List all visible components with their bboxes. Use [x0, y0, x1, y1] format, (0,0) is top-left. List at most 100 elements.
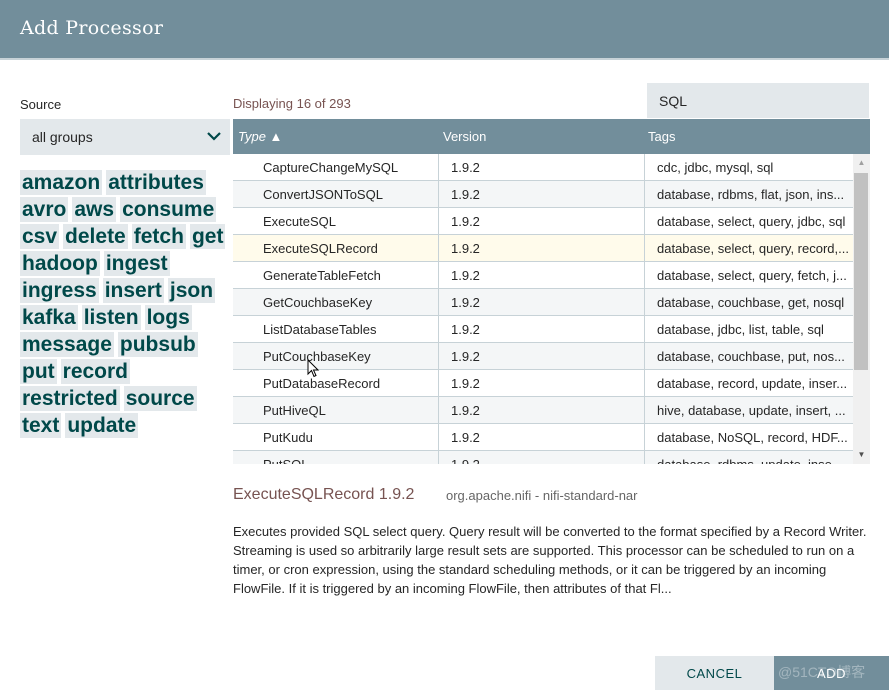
cell-type: ListDatabaseTables — [263, 322, 377, 337]
source-label: Source — [20, 97, 62, 112]
cell-type: PutSQL — [263, 457, 433, 464]
tag-cloud: amazon attributes avro aws consume csv delete f… — [20, 170, 232, 438]
cell-version: 1.9.2 — [451, 349, 480, 364]
tag-update[interactable]: update — [65, 413, 139, 438]
cell-type: ConvertJSONToSQL — [263, 187, 383, 202]
cell-version: 1.9.2 — [451, 241, 480, 256]
chevron-down-icon — [207, 132, 221, 141]
cell-type: PutCouchbaseKey — [263, 349, 371, 364]
cell-version: 1.9.2 — [451, 376, 480, 391]
add-button[interactable]: ADD — [774, 656, 889, 690]
table-row[interactable]: PutCouchbaseKey 1.9.2 database, couchbase,… — [233, 343, 853, 370]
cell-version: 1.9.2 — [451, 187, 480, 202]
tag-delete[interactable]: delete — [63, 224, 128, 249]
tag-fetch[interactable]: fetch — [131, 224, 186, 249]
column-header-tags[interactable]: Tags — [648, 129, 675, 144]
grid-body: CaptureChangeMySQL 1.9.2 cdc, jdbc, mysql,… — [233, 154, 853, 464]
table-row[interactable]: ExecuteSQL 1.9.2 database, select, query, … — [233, 208, 853, 235]
cell-tags: cdc, jdbc, mysql, sql — [657, 160, 774, 175]
tag-put[interactable]: put — [20, 359, 57, 384]
cell-tags: database, record, update, inser... — [657, 376, 848, 391]
table-row[interactable]: GetCouchbaseKey 1.9.2 database, couchbase,… — [233, 289, 853, 316]
filter-input[interactable] — [647, 83, 869, 118]
cell-tags: database, select, query, jdbc, sql — [657, 214, 846, 229]
cell-version: 1.9.2 — [451, 268, 480, 283]
table-row[interactable]: PutDatabaseRecord 1.9.2 database, record, … — [233, 370, 853, 397]
tag-hadoop[interactable]: hadoop — [20, 251, 100, 276]
table-row[interactable]: PutSQL 1.9.2 database, rdbms, update, inse… — [233, 451, 853, 464]
dialog-title: Add Processor — [20, 17, 164, 39]
processor-description-title: ExecuteSQLRecord 1.9.2 — [233, 486, 415, 503]
tag-text[interactable]: text — [20, 413, 62, 438]
tag-csv[interactable]: csv — [20, 224, 60, 249]
column-header-version[interactable]: Version — [443, 129, 486, 144]
tag-pubsub[interactable]: pubsub — [117, 332, 198, 357]
scrollbar-thumb[interactable] — [854, 173, 868, 370]
cell-type: PutDatabaseRecord — [263, 376, 381, 391]
column-header-type[interactable]: Type ▲ — [238, 129, 282, 144]
tag-listen[interactable]: listen — [81, 305, 141, 330]
source-group-select[interactable]: all groups — [20, 119, 230, 155]
tag-insert[interactable]: insert — [102, 278, 164, 303]
mouse-pointer-icon — [307, 359, 320, 378]
tag-aws[interactable]: aws — [72, 197, 117, 222]
cell-tags: database, NoSQL, record, HDF... — [657, 430, 848, 445]
table-row[interactable]: GenerateTableFetch 1.9.2 database, select,… — [233, 262, 853, 289]
displaying-count: Displaying 16 of 293 — [233, 96, 351, 111]
column-divider — [438, 154, 439, 464]
table-row[interactable]: PutKudu 1.9.2 database, NoSQL, record, HDF… — [233, 424, 853, 451]
cell-type: ExecuteSQL — [263, 214, 336, 229]
table-row[interactable]: ListDatabaseTables 1.9.2 database, jdbc, l… — [233, 316, 853, 343]
processor-description-text: Executes provided SQL select query. Quer… — [233, 524, 867, 596]
column-divider — [644, 154, 645, 464]
cell-version: 1.9.2 — [451, 160, 480, 175]
tag-amazon[interactable]: amazon — [20, 170, 103, 195]
tag-attributes[interactable]: attributes — [106, 170, 206, 195]
tag-json[interactable]: json — [167, 278, 216, 303]
grid-header: Type ▲ Version Tags — [233, 119, 870, 154]
cell-tags: hive, database, update, insert, ... — [657, 403, 846, 418]
cell-version: 1.9.2 — [451, 430, 480, 445]
tag-source[interactable]: source — [123, 386, 197, 411]
tag-logs[interactable]: logs — [144, 305, 192, 330]
tag-record[interactable]: record — [60, 359, 131, 384]
cell-type: GetCouchbaseKey — [263, 295, 373, 310]
cell-tags: database, rdbms, flat, json, ins... — [657, 187, 845, 202]
cell-tags: database, jdbc, list, table, sql — [657, 322, 824, 337]
dialog-header: Add Processor — [0, 0, 889, 60]
tag-restricted[interactable]: restricted — [20, 386, 120, 411]
cell-version: 1.9.2 — [451, 295, 480, 310]
cell-tags: database, couchbase, put, nos... — [657, 349, 845, 364]
scroll-up-arrow-icon[interactable]: ▲ — [853, 156, 870, 170]
cell-tags: database, rdbms, update, inse... — [657, 457, 849, 464]
cell-tags: database, couchbase, get, nosql — [657, 295, 845, 310]
tag-ingest[interactable]: ingest — [103, 251, 170, 276]
tag-consume[interactable]: consume — [120, 197, 217, 222]
cell-type: ExecuteSQLRecord — [263, 241, 378, 256]
table-row[interactable]: ConvertJSONToSQL 1.9.2 database, rdbms, fl… — [233, 181, 853, 208]
cell-type: GenerateTableFetch — [263, 268, 381, 283]
cell-version: 1.9.2 — [451, 457, 631, 464]
processor-grid: Type ▲ Version Tags CaptureChangeMySQL 1.… — [233, 119, 870, 464]
table-row[interactable]: PutHiveQL 1.9.2 hive, database, update, in… — [233, 397, 853, 424]
tag-ingress[interactable]: ingress — [20, 278, 99, 303]
scroll-down-arrow-icon[interactable]: ▼ — [853, 448, 870, 462]
table-row[interactable]: CaptureChangeMySQL 1.9.2 cdc, jdbc, mysql,… — [233, 154, 853, 181]
cell-type: PutKudu — [263, 430, 313, 445]
cell-type: CaptureChangeMySQL — [263, 160, 399, 175]
source-selected-value: all groups — [32, 129, 93, 145]
cell-version: 1.9.2 — [451, 214, 480, 229]
cell-tags: database, select, query, fetch, j... — [657, 268, 847, 283]
tag-kafka[interactable]: kafka — [20, 305, 78, 330]
tag-get[interactable]: get — [189, 224, 226, 249]
tag-avro[interactable]: avro — [20, 197, 69, 222]
processor-bundle: org.apache.nifi - nifi-standard-nar — [446, 488, 638, 503]
table-row[interactable]: ExecuteSQLRecord 1.9.2 database, select, q… — [233, 235, 853, 262]
cell-tags: database, select, query, record,... — [657, 241, 849, 256]
cancel-button[interactable]: CANCEL — [655, 656, 774, 690]
tag-message[interactable]: message — [20, 332, 114, 357]
grid-scrollbar[interactable]: ▲ ▼ — [853, 154, 870, 464]
cell-type: PutHiveQL — [263, 403, 326, 418]
add-processor-dialog: Add Processor Source all groups amazon at… — [0, 0, 889, 690]
cell-version: 1.9.2 — [451, 322, 480, 337]
